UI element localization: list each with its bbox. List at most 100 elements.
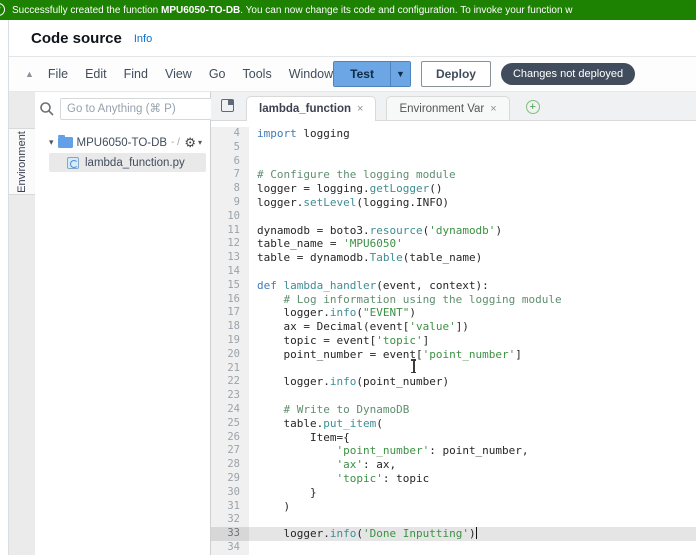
code-text — [249, 513, 696, 527]
code-line-23[interactable]: 23 — [211, 389, 696, 403]
success-banner: ✓ Successfully created the function MPU6… — [0, 0, 696, 20]
line-number: 32 — [211, 513, 249, 527]
line-number: 34 — [211, 541, 249, 555]
tree-settings[interactable]: ⚙ ▾ — [184, 136, 202, 149]
code-text: topic = event['topic'] — [249, 334, 696, 348]
code-line-20[interactable]: 20 point_number = event['point_number'] — [211, 348, 696, 362]
menu-tools[interactable]: Tools — [243, 67, 272, 81]
line-number: 4 — [211, 127, 249, 141]
menu-file[interactable]: File — [48, 67, 68, 81]
line-number: 25 — [211, 417, 249, 431]
collapse-panel-icon[interactable]: ▲ — [25, 69, 34, 79]
file-tree: ▾ MPU6050-TO-DB - / ⚙ ▾ lambda_function.… — [35, 133, 210, 172]
code-source-card: Code source Info ▲ File Edit Find View Go Too… — [8, 20, 696, 555]
code-line-13[interactable]: 13table = dynamodb.Table(table_name) — [211, 251, 696, 265]
test-button[interactable]: Test — [334, 62, 390, 86]
go-to-anything-input[interactable] — [60, 98, 228, 120]
code-line-5[interactable]: 5 — [211, 141, 696, 155]
code-line-34[interactable]: 34 — [211, 541, 696, 555]
code-line-4[interactable]: 4import logging — [211, 127, 696, 141]
line-number: 31 — [211, 500, 249, 514]
code-text: logger.info(point_number) — [249, 375, 696, 389]
line-number: 29 — [211, 472, 249, 486]
line-number: 30 — [211, 486, 249, 500]
menu-window[interactable]: Window — [289, 67, 333, 81]
close-icon[interactable]: × — [357, 103, 363, 115]
code-area[interactable]: 4import logging567# Configure the loggin… — [211, 121, 696, 555]
line-number: 20 — [211, 348, 249, 362]
status-badge: Changes not deployed — [501, 63, 635, 85]
code-text: # Log information using the logging modu… — [249, 293, 696, 307]
line-number: 10 — [211, 210, 249, 224]
code-line-24[interactable]: 24 # Write to DynamoDB — [211, 403, 696, 417]
line-number: 5 — [211, 141, 249, 155]
new-tab-icon[interactable]: + — [526, 100, 540, 114]
line-number: 27 — [211, 444, 249, 458]
line-number: 23 — [211, 389, 249, 403]
code-line-10[interactable]: 10 — [211, 210, 696, 224]
deploy-button[interactable]: Deploy — [421, 61, 491, 87]
line-number: 15 — [211, 279, 249, 293]
code-line-11[interactable]: 11dynamodb = boto3.resource('dynamodb') — [211, 224, 696, 238]
code-line-26[interactable]: 26 Item={ — [211, 431, 696, 445]
code-text — [249, 541, 696, 555]
close-icon[interactable]: × — [490, 103, 496, 115]
code-line-22[interactable]: 22 logger.info(point_number) — [211, 375, 696, 389]
code-text: # Write to DynamoDB — [249, 403, 696, 417]
code-text: ax = Decimal(event['value']) — [249, 320, 696, 334]
code-line-7[interactable]: 7# Configure the logging module — [211, 168, 696, 182]
tab-lambda-function[interactable]: lambda_function × — [246, 96, 376, 121]
code-text: 'topic': topic — [249, 472, 696, 486]
menu-items: File Edit Find View Go Tools Window — [48, 67, 333, 81]
tree-folder-row[interactable]: ▾ MPU6050-TO-DB - / ⚙ ▾ — [35, 133, 210, 152]
menu-go[interactable]: Go — [209, 67, 226, 81]
show-navigator-icon[interactable] — [221, 99, 234, 112]
code-text: logger.info("EVENT") — [249, 306, 696, 320]
function-name: MPU6050-TO-DB — [161, 5, 240, 16]
code-line-14[interactable]: 14 — [211, 265, 696, 279]
line-number: 14 — [211, 265, 249, 279]
line-number: 28 — [211, 458, 249, 472]
folder-expand-caret[interactable]: ▾ — [49, 137, 54, 148]
folder-icon — [58, 137, 73, 148]
editor-menubar: ▲ File Edit Find View Go Tools Window Test ▼ D… — [9, 56, 696, 91]
code-line-32[interactable]: 32 — [211, 513, 696, 527]
code-text — [249, 265, 696, 279]
menu-find[interactable]: Find — [124, 67, 148, 81]
code-line-15[interactable]: 15def lambda_handler(event, context): — [211, 279, 696, 293]
code-line-25[interactable]: 25 table.put_item( — [211, 417, 696, 431]
code-line-6[interactable]: 6 — [211, 155, 696, 169]
menu-view[interactable]: View — [165, 67, 192, 81]
code-line-21[interactable]: 21 — [211, 362, 696, 376]
code-line-9[interactable]: 9logger.setLevel(logging.INFO) — [211, 196, 696, 210]
menubar-actions: Test ▼ Deploy Changes not deployed — [333, 61, 635, 87]
code-line-12[interactable]: 12table_name = 'MPU6050' — [211, 237, 696, 251]
code-text: logger.info('Done Inputting') — [249, 527, 696, 541]
code-line-18[interactable]: 18 ax = Decimal(event['value']) — [211, 320, 696, 334]
code-text: 'point_number': point_number, — [249, 444, 696, 458]
menu-edit[interactable]: Edit — [85, 67, 107, 81]
environment-rail-tab[interactable]: Environment — [9, 128, 35, 195]
card-header: Code source Info — [9, 20, 696, 56]
code-text: Item={ — [249, 431, 696, 445]
success-message: Successfully created the function MPU605… — [12, 5, 573, 16]
code-line-17[interactable]: 17 logger.info("EVENT") — [211, 306, 696, 320]
search-row — [35, 92, 210, 125]
code-text: logger.setLevel(logging.INFO) — [249, 196, 696, 210]
code-line-8[interactable]: 8logger = logging.getLogger() — [211, 182, 696, 196]
code-line-31[interactable]: 31 ) — [211, 500, 696, 514]
code-line-30[interactable]: 30 } — [211, 486, 696, 500]
line-number: 13 — [211, 251, 249, 265]
tab-environment-var[interactable]: Environment Var × — [386, 96, 509, 120]
line-number: 24 — [211, 403, 249, 417]
code-line-27[interactable]: 27 'point_number': point_number, — [211, 444, 696, 458]
code-line-16[interactable]: 16 # Log information using the logging m… — [211, 293, 696, 307]
test-dropdown-caret[interactable]: ▼ — [390, 62, 410, 86]
code-line-33[interactable]: 33 logger.info('Done Inputting') — [211, 527, 696, 541]
code-line-29[interactable]: 29 'topic': topic — [211, 472, 696, 486]
tree-file-row-selected[interactable]: lambda_function.py — [49, 153, 206, 172]
code-line-28[interactable]: 28 'ax': ax, — [211, 458, 696, 472]
code-text — [249, 155, 696, 169]
info-link[interactable]: Info — [134, 33, 152, 45]
code-line-19[interactable]: 19 topic = event['topic'] — [211, 334, 696, 348]
